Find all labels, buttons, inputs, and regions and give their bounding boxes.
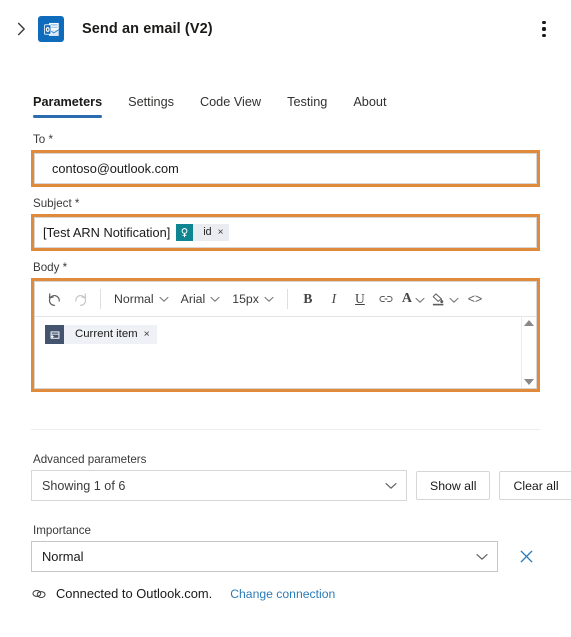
- current-item-icon: [45, 325, 64, 344]
- panel-header: Send an email (V2): [0, 0, 571, 58]
- advanced-parameters-value: Showing 1 of 6: [42, 478, 126, 493]
- bold-button[interactable]: B: [295, 286, 321, 312]
- to-input[interactable]: contoso@outlook.com: [34, 153, 537, 184]
- chevron-down-icon: [415, 292, 425, 307]
- body-scrollbar[interactable]: [521, 317, 536, 388]
- tab-about[interactable]: About: [353, 95, 386, 118]
- token-label: id: [203, 226, 212, 238]
- tab-parameters[interactable]: Parameters: [33, 95, 103, 118]
- chevron-down-icon: [449, 292, 459, 307]
- font-family-dropdown[interactable]: Arial: [175, 286, 227, 312]
- kebab-dot: [542, 27, 546, 31]
- page-title: Send an email (V2): [82, 21, 213, 37]
- parameters-form: To * contoso@outlook.com Subject * [Test…: [0, 132, 571, 392]
- body-content-area[interactable]: Current item ×: [35, 317, 536, 388]
- code-view-button[interactable]: <>: [462, 286, 488, 312]
- scroll-down-arrow-icon[interactable]: [524, 379, 534, 385]
- chevron-right-icon[interactable]: [8, 16, 34, 42]
- close-icon[interactable]: [513, 544, 539, 570]
- token-remove-icon[interactable]: ×: [218, 224, 230, 241]
- to-field-highlight: contoso@outlook.com: [31, 150, 540, 187]
- to-field-label: To *: [33, 133, 53, 146]
- section-divider: [31, 429, 540, 430]
- font-color-label: A: [401, 291, 413, 306]
- advanced-parameters-select[interactable]: Showing 1 of 6: [31, 470, 407, 501]
- font-color-button[interactable]: A: [399, 286, 428, 312]
- subject-input[interactable]: [Test ARN Notification] id ×: [34, 217, 537, 248]
- change-connection-link[interactable]: Change connection: [230, 587, 335, 601]
- body-field-highlight: Normal Arial 15px B I U A <> Current ite…: [31, 278, 540, 392]
- advanced-parameters-section: Advanced parameters Showing 1 of 6 Show …: [0, 452, 571, 501]
- link-icon[interactable]: [373, 286, 399, 312]
- link-chain-icon: [31, 587, 47, 601]
- tab-testing[interactable]: Testing: [287, 95, 327, 118]
- subject-field-label: Subject *: [33, 197, 80, 210]
- importance-row: Normal: [31, 541, 540, 572]
- advanced-parameters-label: Advanced parameters: [33, 453, 147, 466]
- token-label: Current item: [75, 328, 138, 340]
- undo-icon[interactable]: [41, 286, 67, 312]
- font-family-value: Arial: [180, 292, 206, 306]
- font-size-value: 15px: [232, 292, 259, 306]
- chevron-down-icon: [385, 479, 397, 493]
- chevron-down-icon: [264, 292, 274, 306]
- underline-button[interactable]: U: [347, 286, 373, 312]
- subject-input-text: [Test ARN Notification]: [43, 225, 171, 240]
- importance-value: Normal: [42, 549, 84, 564]
- font-size-dropdown[interactable]: 15px: [226, 286, 280, 312]
- editor-toolbar: Normal Arial 15px B I U A <>: [35, 282, 536, 317]
- kebab-dot: [542, 33, 546, 37]
- action-card-panel: Send an email (V2) Parameters Settings C…: [0, 0, 571, 637]
- dynamic-content-token-id[interactable]: id ×: [176, 224, 230, 241]
- kebab-dot: [542, 21, 546, 25]
- paragraph-style-dropdown[interactable]: Normal: [108, 286, 175, 312]
- paragraph-style-value: Normal: [114, 292, 154, 306]
- importance-select[interactable]: Normal: [31, 541, 498, 572]
- subject-field-highlight: [Test ARN Notification] id ×: [31, 214, 540, 251]
- advanced-parameters-row: Showing 1 of 6 Show all Clear all: [31, 470, 571, 501]
- tab-bar: Parameters Settings Code View Testing Ab…: [0, 80, 571, 118]
- chevron-down-icon: [159, 292, 169, 306]
- rich-text-editor: Normal Arial 15px B I U A <> Current ite…: [34, 281, 537, 389]
- connection-status-bar: Connected to Outlook.com. Change connect…: [31, 586, 335, 601]
- more-vertical-icon[interactable]: [531, 14, 557, 44]
- clear-all-button[interactable]: Clear all: [499, 471, 571, 500]
- toolbar-divider: [100, 289, 101, 309]
- outlook-icon: [38, 16, 64, 42]
- dynamic-content-icon: [176, 224, 194, 241]
- connection-status-text: Connected to Outlook.com.: [56, 586, 213, 601]
- dynamic-content-token-current-item[interactable]: Current item ×: [45, 325, 157, 344]
- show-all-button[interactable]: Show all: [416, 471, 491, 500]
- token-remove-icon[interactable]: ×: [144, 325, 157, 344]
- body-field-label: Body *: [33, 261, 68, 274]
- chevron-down-icon: [476, 549, 488, 564]
- highlight-icon[interactable]: [428, 286, 462, 312]
- toolbar-divider: [286, 289, 288, 309]
- importance-section: Importance Normal: [0, 523, 571, 572]
- importance-label: Importance: [33, 524, 91, 537]
- to-input-value: contoso@outlook.com: [52, 161, 179, 176]
- tab-code-view[interactable]: Code View: [200, 95, 261, 118]
- tab-settings[interactable]: Settings: [128, 95, 174, 118]
- scroll-up-arrow-icon[interactable]: [524, 320, 534, 326]
- italic-button[interactable]: I: [321, 286, 347, 312]
- chevron-down-icon: [210, 292, 220, 306]
- redo-icon[interactable]: [67, 286, 93, 312]
